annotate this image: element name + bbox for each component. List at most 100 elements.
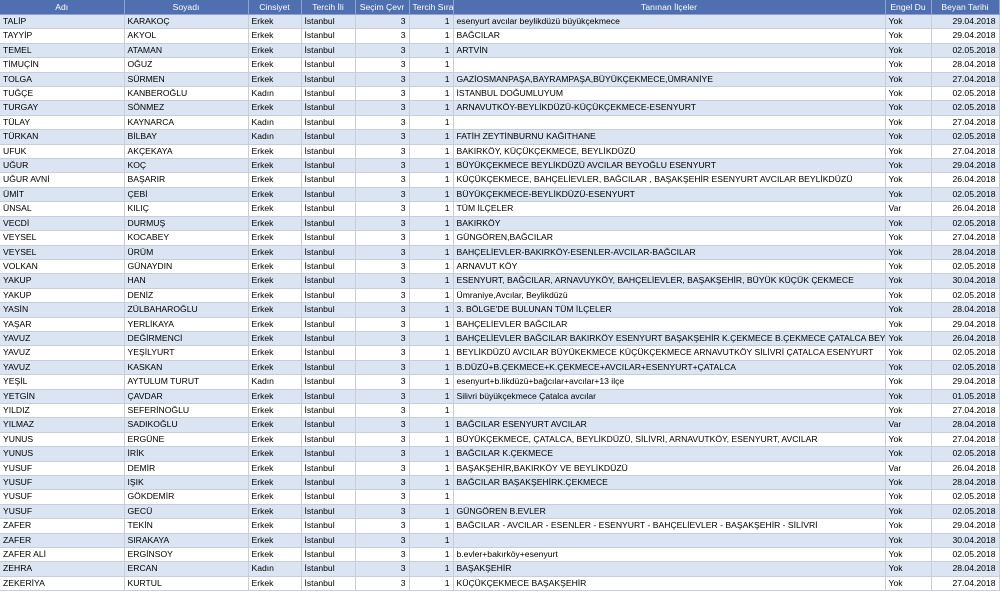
cell-tercih-sirasi[interactable]: 1 (409, 14, 454, 30)
cell-tercih-ili[interactable]: İstanbul (301, 345, 356, 361)
cell-beyan-tarihi[interactable]: 27.04.2018 (931, 230, 1000, 246)
cell-taninan-ilceler[interactable]: ARTVİN (453, 43, 886, 59)
cell-beyan-tarihi[interactable]: 02.05.2018 (931, 489, 1000, 505)
column-header-adi[interactable]: Adı (0, 0, 125, 15)
cell-secim-cevresi[interactable]: 3 (355, 533, 410, 549)
cell-engel-durumu[interactable]: Yok (885, 475, 932, 491)
cell-cinsiyet[interactable]: Kadın (248, 129, 302, 145)
cell-tercih-sirasi[interactable]: 1 (409, 187, 454, 203)
cell-taninan-ilceler[interactable]: B.DÜZÜ+B.ÇEKMECE+K.ÇEKMECE+AVCILAR+ESENY… (453, 360, 886, 376)
cell-engel-durumu[interactable]: Yok (885, 389, 932, 404)
cell-adi[interactable]: YAVUZ (0, 345, 125, 361)
cell-tercih-sirasi[interactable]: 1 (409, 561, 454, 577)
cell-tercih-ili[interactable]: İstanbul (301, 187, 356, 203)
cell-secim-cevresi[interactable]: 3 (355, 230, 410, 246)
cell-soyadi[interactable]: AYTULUM TURUT (124, 374, 249, 390)
cell-tercih-sirasi[interactable]: 1 (409, 518, 454, 534)
cell-soyadi[interactable]: DEĞİRMENCİ (124, 331, 249, 347)
cell-taninan-ilceler[interactable]: esenyurt+b.likdüzü+bağcılar+avcılar+13 i… (453, 374, 886, 390)
cell-cinsiyet[interactable]: Erkek (248, 72, 302, 88)
cell-cinsiyet[interactable]: Erkek (248, 144, 302, 160)
cell-beyan-tarihi[interactable]: 26.04.2018 (931, 331, 1000, 347)
cell-adi[interactable]: TAYYİP (0, 28, 125, 44)
cell-taninan-ilceler[interactable]: BAHÇELİEVLER-BAKIRKÖY-ESENLER-AVCILAR-BA… (453, 245, 886, 260)
cell-tercih-sirasi[interactable]: 1 (409, 115, 454, 131)
cell-adi[interactable]: UĞUR (0, 158, 125, 174)
cell-beyan-tarihi[interactable]: 02.05.2018 (931, 360, 1000, 376)
cell-secim-cevresi[interactable]: 3 (355, 417, 410, 433)
cell-cinsiyet[interactable]: Erkek (248, 389, 302, 404)
cell-engel-durumu[interactable]: Yok (885, 72, 932, 88)
cell-tercih-sirasi[interactable]: 1 (409, 446, 454, 462)
cell-engel-durumu[interactable]: Yok (885, 259, 932, 275)
cell-cinsiyet[interactable]: Erkek (248, 446, 302, 462)
cell-soyadi[interactable]: İRİK (124, 446, 249, 462)
cell-adi[interactable]: ÜNSAL (0, 201, 125, 217)
cell-secim-cevresi[interactable]: 3 (355, 158, 410, 174)
cell-secim-cevresi[interactable]: 3 (355, 201, 410, 217)
cell-taninan-ilceler[interactable]: TÜM İLÇELER (453, 201, 886, 217)
cell-cinsiyet[interactable]: Kadın (248, 115, 302, 131)
cell-beyan-tarihi[interactable]: 28.04.2018 (931, 417, 1000, 433)
cell-tercih-sirasi[interactable]: 1 (409, 245, 454, 260)
cell-engel-durumu[interactable]: Yok (885, 273, 932, 289)
cell-engel-durumu[interactable]: Yok (885, 331, 932, 347)
cell-secim-cevresi[interactable]: 3 (355, 331, 410, 347)
cell-cinsiyet[interactable]: Erkek (248, 533, 302, 549)
cell-taninan-ilceler[interactable]: BAĞCILAR BAŞAKŞEHİRK.ÇEKMECE (453, 475, 886, 491)
cell-engel-durumu[interactable]: Yok (885, 86, 932, 102)
cell-adi[interactable]: ÜMİT (0, 187, 125, 203)
cell-soyadi[interactable]: ERGÜNE (124, 432, 249, 448)
cell-secim-cevresi[interactable]: 3 (355, 518, 410, 534)
cell-adi[interactable]: YETGİN (0, 389, 125, 404)
cell-adi[interactable]: VOLKAN (0, 259, 125, 275)
cell-beyan-tarihi[interactable]: 29.04.2018 (931, 374, 1000, 390)
cell-tercih-sirasi[interactable]: 1 (409, 489, 454, 505)
cell-tercih-sirasi[interactable]: 1 (409, 86, 454, 102)
cell-taninan-ilceler[interactable]: esenyurt avcılar beylikdüzü büyükçekmece (453, 14, 886, 30)
cell-taninan-ilceler[interactable]: ARNAVUTKÖY-BEYLİKDÜZÜ-KÜÇÜKÇEKMECE-ESENY… (453, 100, 886, 116)
cell-adi[interactable]: TURGAY (0, 100, 125, 116)
cell-cinsiyet[interactable]: Erkek (248, 100, 302, 116)
cell-adi[interactable]: TÜLAY (0, 115, 125, 131)
cell-soyadi[interactable]: KOCABEY (124, 230, 249, 246)
cell-engel-durumu[interactable]: Yok (885, 158, 932, 174)
cell-soyadi[interactable]: OĞUZ (124, 57, 249, 73)
column-header-tercih-ili[interactable]: Tercih İli (301, 0, 356, 15)
cell-tercih-sirasi[interactable]: 1 (409, 43, 454, 59)
cell-soyadi[interactable]: YEŞİLYURT (124, 345, 249, 361)
cell-adi[interactable]: TUĞÇE (0, 86, 125, 102)
cell-taninan-ilceler[interactable] (453, 489, 886, 505)
cell-engel-durumu[interactable]: Yok (885, 288, 932, 304)
cell-engel-durumu[interactable]: Yok (885, 57, 932, 73)
cell-soyadi[interactable]: AKÇEKAYA (124, 144, 249, 160)
cell-cinsiyet[interactable]: Erkek (248, 302, 302, 318)
cell-cinsiyet[interactable]: Erkek (248, 14, 302, 30)
cell-soyadi[interactable]: KARAKOÇ (124, 14, 249, 30)
cell-tercih-ili[interactable]: İstanbul (301, 561, 356, 577)
cell-engel-durumu[interactable]: Yok (885, 245, 932, 260)
cell-beyan-tarihi[interactable]: 29.04.2018 (931, 14, 1000, 30)
cell-cinsiyet[interactable]: Erkek (248, 504, 302, 520)
cell-adi[interactable]: YUSUF (0, 489, 125, 505)
cell-secim-cevresi[interactable]: 3 (355, 14, 410, 30)
cell-engel-durumu[interactable]: Yok (885, 100, 932, 116)
cell-beyan-tarihi[interactable]: 28.04.2018 (931, 561, 1000, 577)
cell-taninan-ilceler[interactable]: BAHÇELİEVLER BAĞCILAR BAKIRKÖY ESENYURT … (453, 331, 886, 347)
cell-soyadi[interactable]: AKYOL (124, 28, 249, 44)
cell-engel-durumu[interactable]: Yok (885, 317, 932, 332)
cell-taninan-ilceler[interactable]: BEYLİKDÜZÜ AVCILAR BÜYÜKEKMECE KÜÇÜKÇEKM… (453, 345, 886, 361)
cell-secim-cevresi[interactable]: 3 (355, 115, 410, 131)
cell-soyadi[interactable]: ATAMAN (124, 43, 249, 59)
cell-tercih-ili[interactable]: İstanbul (301, 389, 356, 404)
cell-tercih-ili[interactable]: İstanbul (301, 201, 356, 217)
cell-adi[interactable]: VEYSEL (0, 245, 125, 260)
cell-cinsiyet[interactable]: Erkek (248, 288, 302, 304)
cell-cinsiyet[interactable]: Erkek (248, 432, 302, 448)
cell-tercih-ili[interactable]: İstanbul (301, 57, 356, 73)
cell-engel-durumu[interactable]: Yok (885, 533, 932, 549)
cell-taninan-ilceler[interactable]: 3. BÖLGE'DE BULUNAN TÜM İLÇELER (453, 302, 886, 318)
cell-tercih-sirasi[interactable]: 1 (409, 475, 454, 491)
cell-adi[interactable]: YEŞİL (0, 374, 125, 390)
cell-cinsiyet[interactable]: Erkek (248, 230, 302, 246)
